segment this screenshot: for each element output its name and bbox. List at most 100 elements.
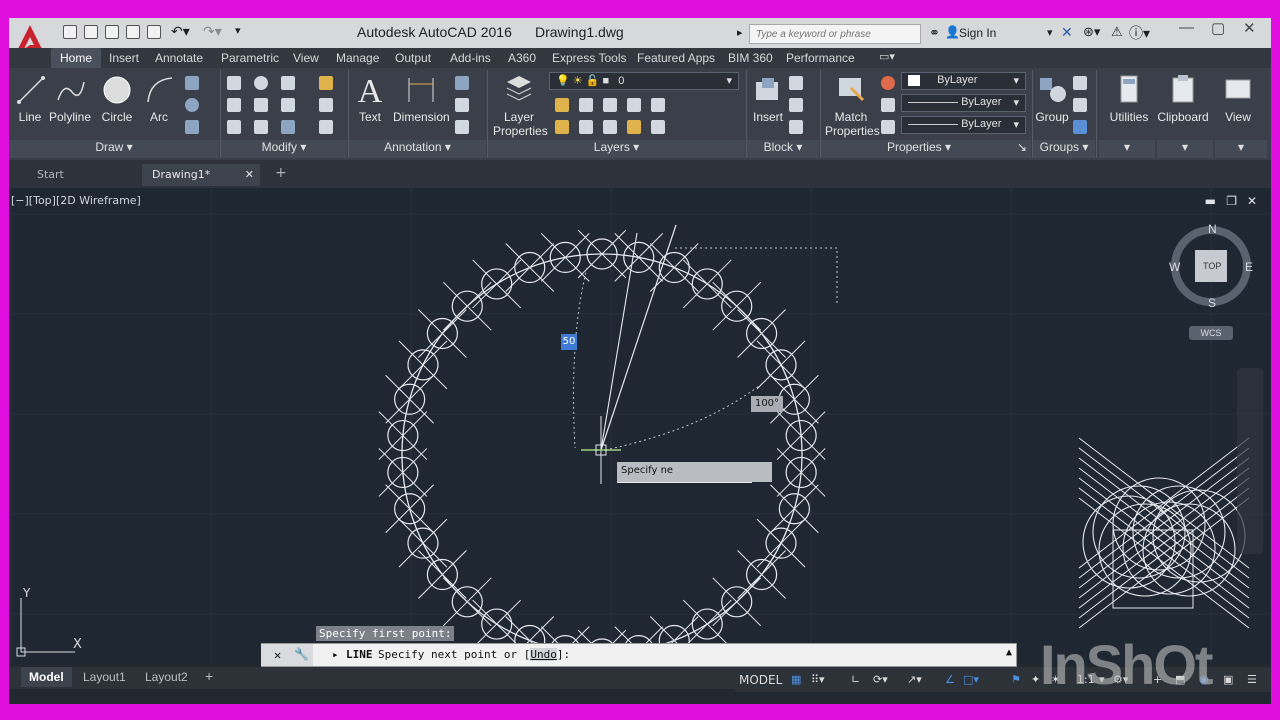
tab-view[interactable]: View (293, 51, 319, 65)
view-expand[interactable]: ▾ (1215, 140, 1267, 158)
tab-a360[interactable]: A360 (508, 51, 536, 65)
viewport-close-icon[interactable]: ✕ (1247, 194, 1257, 208)
tab-insert[interactable]: Insert (109, 51, 139, 65)
tab-bim-360[interactable]: BIM 360 (728, 51, 773, 65)
draw-panel-title[interactable]: Draw ▾ (9, 140, 219, 158)
plot-icon[interactable] (147, 25, 161, 39)
drawing-canvas[interactable]: [−][Top][2D Wireframe] ▬ ❐ ✕ 50 100° Spe… (9, 188, 1271, 664)
stretch-icon[interactable] (227, 120, 241, 134)
command-expand-icon[interactable]: ▲ (1006, 647, 1012, 658)
layer-thaw-icon[interactable] (603, 120, 617, 134)
viewport-minimize-icon[interactable]: ▬ (1205, 194, 1216, 208)
ortho-icon[interactable]: ∟ (851, 673, 860, 686)
tab-performance[interactable]: Performance (786, 51, 855, 65)
view-tool[interactable]: View (1213, 74, 1263, 124)
save-as-icon[interactable] (126, 25, 140, 39)
tab-layout1[interactable]: Layout1 (83, 670, 126, 684)
linetype-dropdown[interactable]: ByLayer ▾ (901, 116, 1026, 134)
new-tab-icon[interactable]: + (265, 161, 297, 183)
grid-icon[interactable]: ▦ (791, 673, 801, 686)
rotate-icon[interactable] (254, 76, 268, 90)
redo-icon[interactable]: ↷▾ (203, 23, 222, 40)
layer-off-icon[interactable] (555, 98, 569, 112)
copy-icon[interactable] (227, 98, 241, 112)
ribbon-options-icon[interactable]: ▭▾ (879, 50, 895, 63)
line-tool[interactable]: Line (15, 74, 45, 124)
ungroup-icon[interactable] (1073, 76, 1087, 90)
table-icon[interactable] (455, 120, 469, 134)
undo-icon[interactable]: ↶▾ (171, 23, 190, 40)
minimize-icon[interactable]: — (1179, 19, 1194, 36)
customize-qat-icon[interactable]: ▾ (235, 24, 241, 37)
open-icon[interactable] (84, 25, 98, 39)
object-snap-tracking-icon[interactable]: ∠ (945, 673, 955, 686)
polar-icon[interactable]: ⟳▾ (873, 673, 888, 686)
tab-drawing1[interactable]: Drawing1* ✕ (142, 164, 260, 186)
polyline-tool[interactable]: Polyline (49, 74, 91, 124)
tab-output[interactable]: Output (395, 51, 431, 65)
properties-panel-title[interactable]: Properties ▾ ↘ (821, 140, 1031, 158)
tab-featured-apps[interactable]: Featured Apps (637, 51, 715, 65)
ellipse-icon[interactable] (185, 98, 199, 112)
tab-layout2[interactable]: Layout2 (145, 670, 188, 684)
dynamic-length-input[interactable]: 50 (561, 334, 577, 350)
new-layout-icon[interactable]: + (205, 668, 213, 684)
annotation-panel-title[interactable]: Annotation ▾ (349, 140, 486, 158)
layer-properties-tool[interactable]: Layer Properties (493, 74, 548, 138)
layer-isolate-icon[interactable] (579, 98, 593, 112)
dimension-tool[interactable]: Dimension (393, 74, 450, 124)
close-command-icon[interactable]: ✕ (274, 648, 281, 662)
dynamic-angle-input[interactable]: 100° (751, 396, 783, 412)
tab-express-tools[interactable]: Express Tools (552, 51, 626, 65)
groups-panel-title[interactable]: Groups ▾ (1033, 140, 1095, 158)
viewport-restore-icon[interactable]: ❐ (1226, 194, 1237, 208)
sign-in-button[interactable]: Sign In (959, 26, 996, 40)
tab-home[interactable]: Home (51, 48, 102, 68)
hatch-icon[interactable] (185, 120, 199, 134)
exchange-icon[interactable]: ✕ (1061, 24, 1073, 41)
annotation-visibility-icon[interactable]: ⚑ (1011, 673, 1021, 686)
move-icon[interactable] (227, 76, 241, 90)
edit-attributes-icon[interactable] (789, 120, 803, 134)
tab-add-ins[interactable]: Add-ins (450, 51, 491, 65)
leader-icon[interactable] (455, 98, 469, 112)
sign-in-dropdown-icon[interactable]: ▾ (1047, 26, 1053, 39)
match-properties-tool[interactable]: Match Properties (825, 74, 880, 138)
a360-icon[interactable]: ⊛▾ (1083, 24, 1100, 40)
viewport-controls[interactable]: [−][Top][2D Wireframe] (11, 194, 141, 207)
tab-model[interactable]: Model (21, 667, 72, 687)
linear-dim-icon[interactable] (455, 76, 469, 90)
trim-icon[interactable] (281, 76, 295, 90)
array-icon[interactable] (281, 120, 295, 134)
layer-unisolate-icon[interactable] (579, 120, 593, 134)
binoculars-icon[interactable]: ⚭ (929, 25, 940, 41)
clipboard-tool[interactable]: Clipboard (1155, 74, 1211, 124)
close-icon[interactable]: ✕ (1243, 19, 1256, 37)
arc-tool[interactable]: Arc (144, 74, 174, 124)
isodraft-icon[interactable]: ↗▾ (907, 673, 922, 686)
model-space-button[interactable]: MODEL (739, 673, 782, 687)
group-tool[interactable]: Group (1035, 74, 1069, 124)
layer-on-icon[interactable] (555, 120, 569, 134)
text-tool[interactable]: A Text (353, 74, 387, 125)
circle-tool[interactable]: Circle (99, 74, 135, 124)
auto-scale-icon[interactable]: ✦ (1031, 673, 1040, 686)
color-dropdown[interactable]: ByLayer ▾ (901, 72, 1026, 90)
mirror-icon[interactable] (254, 98, 268, 112)
customize-icon[interactable]: ☰ (1247, 673, 1257, 686)
group-selection-icon[interactable] (1073, 120, 1087, 134)
offset-icon[interactable] (319, 120, 333, 134)
layer-match-icon[interactable] (651, 98, 665, 112)
lineweight-dropdown[interactable]: ByLayer ▾ (901, 94, 1026, 112)
create-block-icon[interactable] (789, 76, 803, 90)
layer-previous-icon[interactable] (651, 120, 665, 134)
block-panel-title[interactable]: Block ▾ (747, 140, 819, 158)
clean-screen-icon[interactable]: ▣ (1223, 673, 1233, 686)
tab-annotate[interactable]: Annotate (155, 51, 203, 65)
layer-lock-icon[interactable] (627, 98, 641, 112)
layer-dropdown[interactable]: 💡 ☀ 🔓 ■ 0 ▾ (549, 72, 739, 90)
snap-icon[interactable]: ⠿▾ (811, 673, 825, 686)
navigation-bar[interactable] (1237, 368, 1263, 554)
utilities-tool[interactable]: Utilities (1101, 74, 1157, 124)
undo-option[interactable]: Undo (530, 648, 557, 661)
